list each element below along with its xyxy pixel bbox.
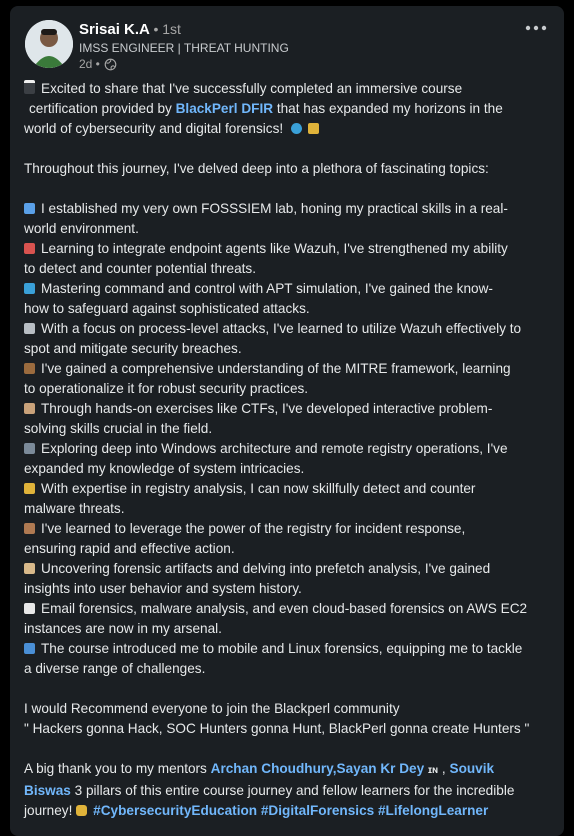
raised-hands-icon bbox=[76, 805, 88, 816]
post-meta: 2d • bbox=[79, 57, 117, 71]
graduation-cap-icon bbox=[24, 80, 35, 94]
linkedin-badge-icon: ɪɴ bbox=[427, 765, 439, 776]
post-card: Srisai K.A • 1st IMSS ENGINEER | THREAT … bbox=[10, 6, 564, 836]
mention-souvik-biswas-cont[interactable]: Biswas bbox=[24, 783, 71, 798]
quote-line: " Hackers gonna Hack, SOC Hunters gonna … bbox=[24, 721, 530, 736]
computer-icon bbox=[24, 443, 35, 454]
topic-item: Learning to integrate endpoint agents li… bbox=[24, 241, 508, 276]
mention-archan-choudhury[interactable]: Archan Choudhury bbox=[211, 761, 333, 776]
journey-line: Throughout this journey, I've delved dee… bbox=[24, 161, 489, 176]
hashtag-digital-forensics[interactable]: #DigitalForensics bbox=[261, 803, 374, 818]
envelope-icon bbox=[24, 603, 35, 614]
author-name-row[interactable]: Srisai K.A • 1st bbox=[79, 21, 181, 38]
topic-item: I established my very own FOSSSIEM lab, … bbox=[24, 201, 508, 236]
key-icon bbox=[24, 483, 35, 494]
topic-item: The course introduced me to mobile and L… bbox=[24, 641, 523, 676]
mention-souvik-biswas[interactable]: Souvik bbox=[450, 761, 495, 776]
topic-item: Mastering command and control with APT s… bbox=[24, 281, 493, 316]
phone-icon bbox=[24, 643, 35, 654]
scroll-icon bbox=[24, 563, 35, 574]
topic-item: I've gained a comprehensive understandin… bbox=[24, 361, 511, 396]
intro-paragraph: Excited to share that I've successfully … bbox=[24, 80, 503, 136]
topic-item: I've learned to leverage the power of th… bbox=[24, 521, 466, 556]
hashtag-lifelong-learner[interactable]: #LifelongLearner bbox=[378, 803, 488, 818]
avatar[interactable] bbox=[25, 20, 73, 68]
topic-item: Exploring deep into Windows architecture… bbox=[24, 441, 508, 476]
briefcase-icon bbox=[24, 363, 35, 374]
topic-list: I established my very own FOSSSIEM lab, … bbox=[24, 199, 554, 679]
globe-emoji-icon bbox=[290, 123, 302, 134]
magnifier-icon bbox=[24, 203, 35, 214]
topic-item: Through hands-on exercises like CTFs, I'… bbox=[24, 401, 493, 436]
more-options-button[interactable] bbox=[522, 18, 550, 38]
hashtag-cybersecurity-education[interactable]: #CybersecurityEducation bbox=[93, 803, 257, 818]
topic-item: Email forensics, malware analysis, and e… bbox=[24, 601, 528, 636]
gear-icon bbox=[24, 323, 35, 334]
connection-degree: • 1st bbox=[153, 21, 181, 37]
recommend-line: I would Recommend everyone to join the B… bbox=[24, 701, 400, 716]
book-icon bbox=[24, 523, 35, 534]
topic-item: With a focus on process-level attacks, I… bbox=[24, 321, 522, 356]
post-time: 2d • bbox=[79, 57, 100, 71]
lock-icon bbox=[307, 123, 319, 134]
ellipsis-icon bbox=[525, 25, 547, 31]
thanks-paragraph: A big thank you to my mentors Archan Cho… bbox=[24, 761, 515, 818]
topic-item: Uncovering forensic artifacts and delvin… bbox=[24, 561, 491, 596]
topic-item: With expertise in registry analysis, I c… bbox=[24, 481, 476, 516]
mention-sayan-kr-dey[interactable]: Sayan Kr Dey bbox=[337, 761, 425, 776]
globe-icon bbox=[24, 283, 35, 294]
author-name[interactable]: Srisai K.A bbox=[79, 21, 149, 38]
post-body: Excited to share that I've successfully … bbox=[24, 79, 554, 821]
author-headline: IMSS ENGINEER | THREAT HUNTING bbox=[79, 41, 289, 55]
detective-icon bbox=[24, 403, 35, 414]
mention-blackperl-dfir[interactable]: BlackPerl DFIR bbox=[176, 101, 273, 116]
shield-icon bbox=[24, 243, 35, 254]
globe-icon bbox=[104, 58, 117, 70]
